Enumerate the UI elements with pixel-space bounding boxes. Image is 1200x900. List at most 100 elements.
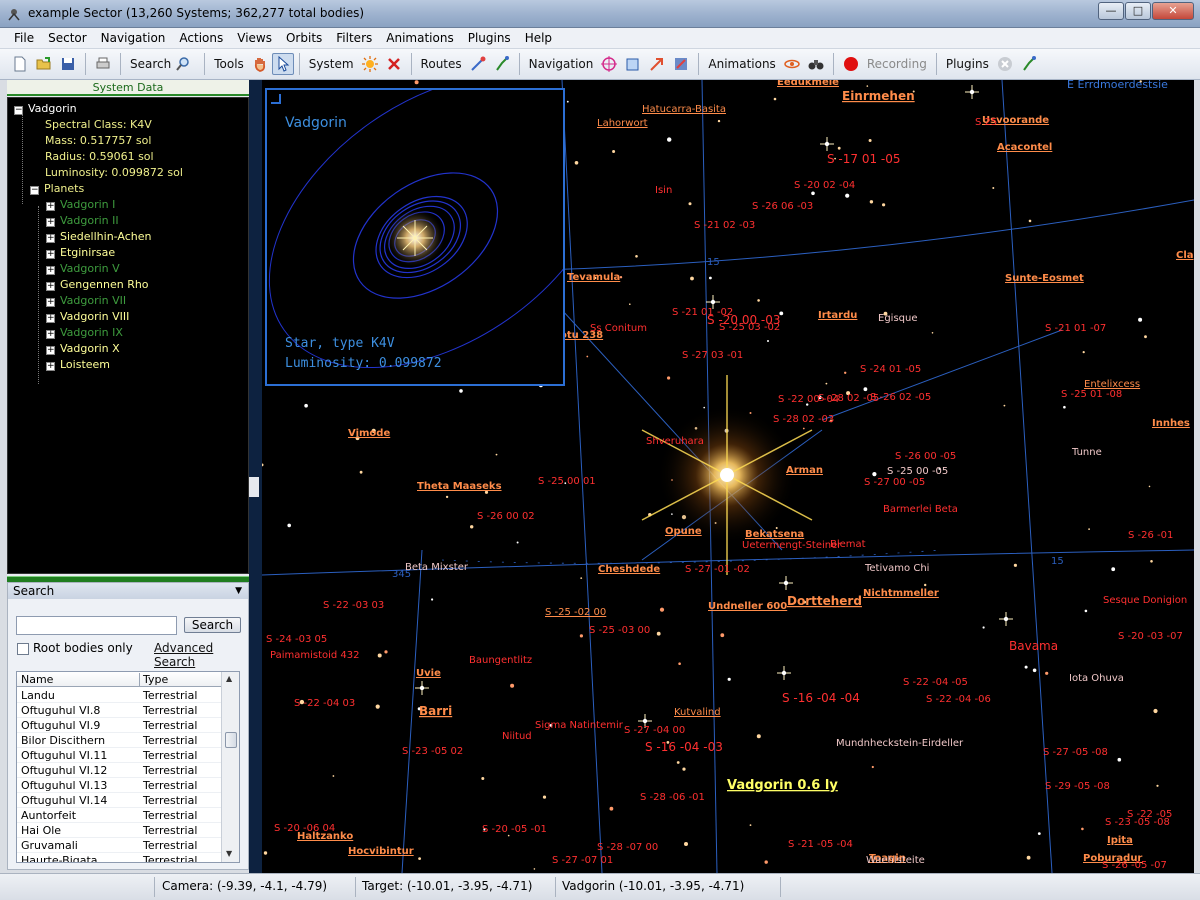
expand-toggle[interactable]: +	[46, 298, 55, 307]
system-label[interactable]: S -23 -05 -08	[1105, 817, 1170, 828]
system-label[interactable]: S -22 -04 -06	[926, 694, 991, 705]
star-dot[interactable]	[459, 389, 463, 393]
star-dot[interactable]	[542, 795, 547, 799]
star-dot[interactable]	[872, 472, 877, 477]
system-label[interactable]: Iota Ohuva	[1069, 673, 1124, 684]
system-label[interactable]: S -27 -05 -08	[1043, 747, 1108, 758]
system-label[interactable]: Sesque Donigion	[1103, 595, 1187, 606]
tree-planet-row[interactable]: + Etginirsae	[46, 245, 115, 261]
new-file-icon[interactable]	[11, 55, 29, 73]
tree-planet-row[interactable]: + Vadgorin I	[46, 197, 115, 213]
star-dot[interactable]	[982, 626, 985, 629]
star-dot[interactable]	[580, 577, 583, 579]
star-dot[interactable]	[844, 371, 847, 374]
star-dot[interactable]	[470, 525, 474, 529]
table-row[interactable]: Landu Terrestrial	[17, 688, 222, 703]
system-label[interactable]: S -28 -06 -01	[640, 792, 705, 803]
record-dot-icon[interactable]	[842, 55, 860, 73]
search-input[interactable]	[16, 616, 177, 635]
crosshair-icon[interactable]	[600, 55, 618, 73]
system-label[interactable]: S -25 00 -05	[887, 466, 948, 477]
zoom-icon[interactable]	[672, 55, 690, 73]
star-dot[interactable]	[586, 355, 589, 358]
star-dot[interactable]	[656, 631, 661, 636]
expand-toggle[interactable]: +	[46, 234, 55, 243]
table-row[interactable]: Oftuguhul VI.14 Terrestrial	[17, 793, 222, 808]
tree-prop-spectral[interactable]: Spectral Class: K4V	[45, 117, 152, 133]
system-label[interactable]: S -28 -07 00	[597, 842, 658, 853]
star-dot[interactable]	[635, 255, 638, 258]
star-dot[interactable]	[1117, 757, 1122, 762]
arrow-icon[interactable]	[648, 55, 666, 73]
system-label[interactable]: Kutvalind	[674, 707, 721, 718]
system-label[interactable]: S 25	[975, 117, 997, 128]
star-dot[interactable]	[418, 857, 421, 860]
expand-toggle[interactable]: +	[46, 330, 55, 339]
splitter-grip[interactable]	[249, 477, 259, 497]
hand-icon[interactable]	[251, 55, 269, 73]
system-label[interactable]: Waehlsteite	[866, 855, 925, 866]
system-label[interactable]: Mundnheckstein-Eirdeller	[836, 738, 964, 749]
menu-orbits[interactable]: Orbits	[279, 28, 329, 45]
system-label[interactable]: Baungentlitz	[469, 655, 532, 666]
star-dot[interactable]	[767, 340, 769, 342]
system-label[interactable]: S -20 02 -04	[794, 180, 855, 191]
system-label[interactable]: Innhes	[1152, 418, 1190, 429]
star-dot[interactable]	[667, 137, 672, 142]
star-dot[interactable]	[676, 761, 680, 764]
scroll-up-arrow[interactable]: ▲	[226, 674, 232, 683]
table-row[interactable]: Haurte-Bigata Terrestrial	[17, 853, 222, 862]
table-row[interactable]: Hai Ole Terrestrial	[17, 823, 222, 838]
system-label[interactable]: Haltzanko	[297, 831, 353, 842]
system-label[interactable]: Vimode	[348, 428, 390, 439]
star-dot[interactable]	[574, 161, 579, 165]
star-dot[interactable]	[811, 191, 815, 196]
star-dot[interactable]	[481, 777, 485, 780]
star-dot[interactable]	[262, 463, 264, 467]
system-label[interactable]: Niitud	[502, 731, 532, 742]
star-dot[interactable]	[510, 683, 515, 688]
scroll-down-arrow[interactable]: ▼	[226, 849, 232, 858]
star-dot[interactable]	[690, 276, 694, 281]
expand-toggle[interactable]: +	[46, 346, 55, 355]
star-dot[interactable]	[263, 851, 268, 855]
system-label[interactable]: S -17 01 -05	[827, 152, 901, 166]
tree-root-row[interactable]: − Vadgorin	[14, 101, 77, 117]
star-dot[interactable]	[756, 734, 761, 739]
star-dot[interactable]	[359, 470, 363, 474]
plugin-close-icon[interactable]	[996, 55, 1014, 73]
search-button[interactable]: Search	[184, 617, 241, 633]
tree-planet-row[interactable]: + Siedellhin-Achen	[46, 229, 152, 245]
system-label[interactable]: Theta Maaseks	[417, 481, 502, 492]
tree-planet-row[interactable]: + Gengennen Rho	[46, 277, 149, 293]
system-label[interactable]: S -25 -02 00	[545, 607, 606, 618]
expand-toggle[interactable]: +	[46, 250, 55, 259]
system-label[interactable]: S -21 -05 -04	[788, 839, 853, 850]
system-label[interactable]: Nichtmmeller	[863, 588, 939, 599]
star-dot[interactable]	[703, 406, 705, 409]
tree-planet-row[interactable]: + Vadgorin VII	[46, 293, 126, 309]
star-dot[interactable]	[533, 868, 536, 870]
tree-prop-radius[interactable]: Radius: 0.59061 sol	[45, 149, 154, 165]
menu-plugins[interactable]: Plugins	[461, 28, 518, 45]
system-label[interactable]: Blemat	[830, 539, 866, 550]
star-dot[interactable]	[1003, 404, 1006, 407]
star-dot[interactable]	[495, 453, 498, 456]
system-label[interactable]: S -27 00 -05	[864, 477, 925, 488]
window-icon[interactable]	[624, 55, 642, 73]
system-label[interactable]: Tetivamo Chi	[864, 563, 929, 574]
star-dot[interactable]	[825, 382, 828, 385]
star-dot[interactable]	[431, 598, 434, 601]
star-dot[interactable]	[304, 403, 308, 408]
system-label[interactable]: S -26 00 02	[477, 511, 535, 522]
search-tool-button[interactable]: Search	[126, 52, 199, 76]
system-label[interactable]: S -25 01 -08	[1061, 389, 1122, 400]
system-data-tree[interactable]: − Vadgorin Spectral Class: K4V Mass: 0.51…	[7, 97, 249, 574]
selected-system-label[interactable]: Vadgorin 0.6 ly	[727, 778, 838, 793]
star-dot[interactable]	[720, 633, 725, 638]
pointer-tool-button[interactable]	[271, 53, 294, 75]
system-label[interactable]: S -26 00 -05	[895, 451, 956, 462]
system-label[interactable]: Cheshdede	[598, 564, 660, 575]
route-add-icon[interactable]	[469, 55, 487, 73]
system-label[interactable]: Lahorwort	[597, 118, 648, 129]
